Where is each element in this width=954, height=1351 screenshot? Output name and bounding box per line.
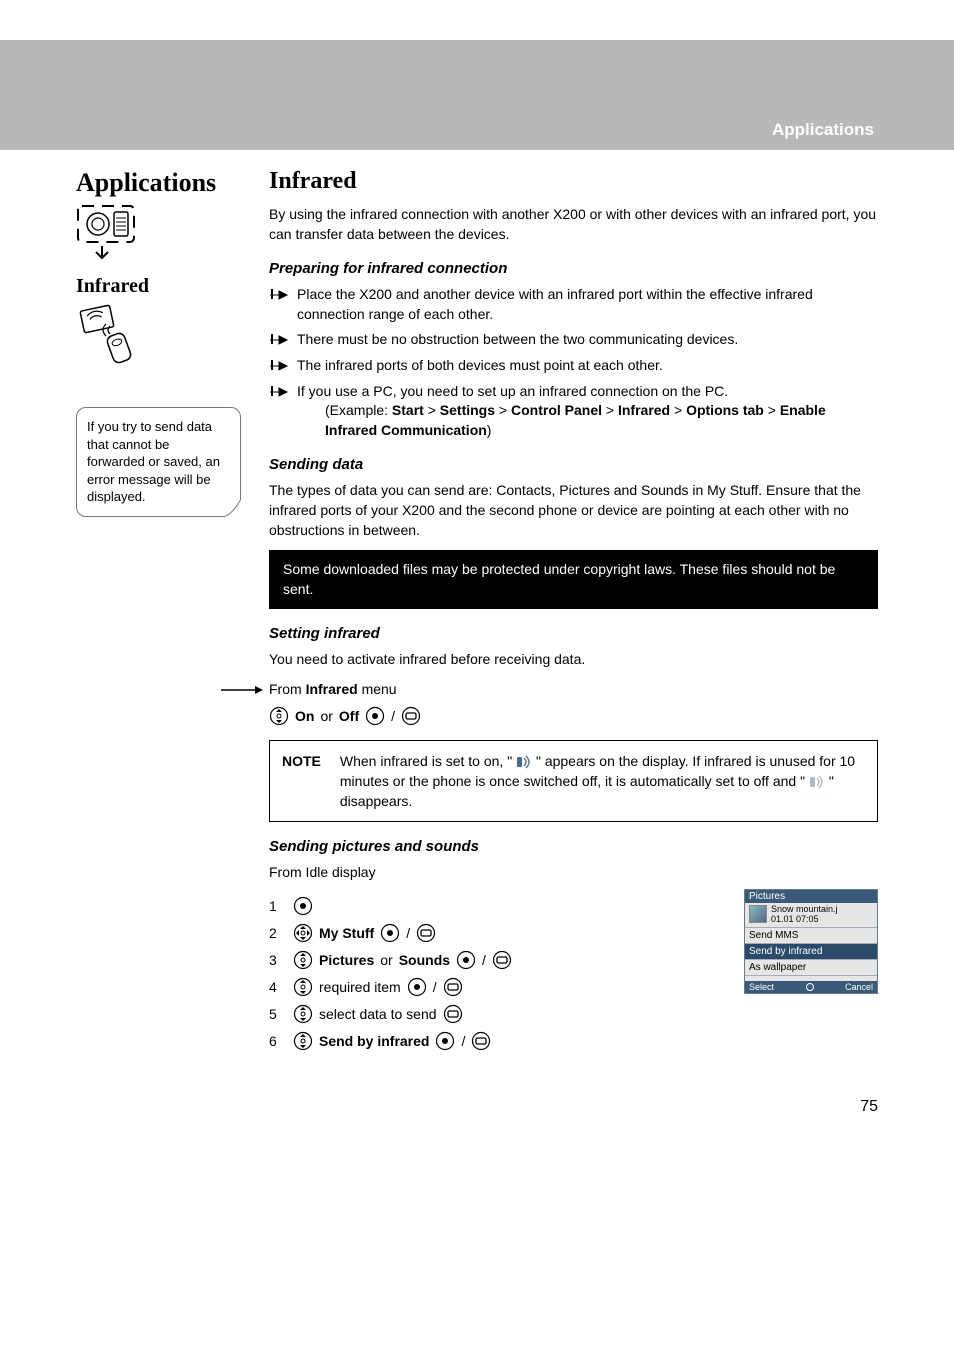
sending-data-heading: Sending data xyxy=(269,456,878,473)
setting-heading: Setting infrared xyxy=(269,625,878,642)
thumbnail-icon xyxy=(749,905,767,923)
step-3: Pictures or Sounds / xyxy=(269,950,712,970)
warning-box: Some downloaded files may be protected u… xyxy=(269,550,878,609)
nav-updown-icon xyxy=(293,950,313,970)
step-5: select data to send xyxy=(269,1004,712,1024)
softkey-icon xyxy=(471,1031,491,1051)
example-path: (Example: Start > Settings > Control Pan… xyxy=(325,401,878,440)
sidebar-title: Applications xyxy=(76,168,241,198)
infrared-indicator-icon xyxy=(516,755,532,769)
softkey-icon xyxy=(401,706,421,726)
softkey-icon xyxy=(443,1004,463,1024)
list-item: There must be no obstruction between the… xyxy=(269,330,878,350)
main-content: Infrared By using the infrared connectio… xyxy=(269,168,878,1058)
center-key-icon xyxy=(293,896,313,916)
nav-updown-icon xyxy=(293,977,313,997)
tip-text: If you try to send data that cannot be f… xyxy=(87,419,220,504)
menu-item[interactable]: As wallpaper xyxy=(745,959,877,975)
menu-item[interactable]: Send MMS xyxy=(745,927,877,943)
step-4: required item / xyxy=(269,977,712,997)
header-bar: Applications xyxy=(0,40,954,150)
list-item: If you use a PC, you need to set up an i… xyxy=(269,382,878,441)
center-key-icon xyxy=(407,977,427,997)
phone-screenshot: Pictures Snow mountain.j 01.01 07:05 Sen… xyxy=(744,889,878,994)
arrow-right-icon xyxy=(221,684,265,696)
from-menu-line: From Infrared menu xyxy=(269,680,878,700)
center-key-icon xyxy=(365,706,385,726)
sidebar-subtitle: Infrared xyxy=(76,275,241,298)
sending-data-text: The types of data you can send are: Cont… xyxy=(269,481,878,540)
tip-callout: If you try to send data that cannot be f… xyxy=(76,407,241,517)
sending-pics-heading: Sending pictures and sounds xyxy=(269,838,878,855)
note-label: NOTE xyxy=(282,751,336,771)
list-item: Place the X200 and another device with a… xyxy=(269,285,878,324)
note-body: When infrared is set to on, " " appears … xyxy=(340,751,863,812)
preparing-list: Place the X200 and another device with a… xyxy=(269,285,878,440)
softkey-icon xyxy=(492,950,512,970)
nav-updown-icon xyxy=(293,1004,313,1024)
screen-title: Pictures xyxy=(745,890,877,903)
nav-updown-icon xyxy=(293,1031,313,1051)
page-number: 75 xyxy=(0,1098,954,1146)
setting-text: You need to activate infrared before rec… xyxy=(269,650,878,670)
softkey-icon xyxy=(443,977,463,997)
infrared-indicator-off-icon xyxy=(809,775,825,789)
section-heading: Infrared xyxy=(269,168,878,195)
softkey-bar: Select Cancel xyxy=(745,981,877,993)
note-box: NOTE When infrared is set to on, " " app… xyxy=(269,740,878,823)
list-item: The infrared ports of both devices must … xyxy=(269,356,878,376)
softkey-icon xyxy=(416,923,436,943)
center-indicator-icon xyxy=(806,983,814,991)
step-1 xyxy=(269,896,712,916)
header-section-label: Applications xyxy=(772,120,874,140)
intro-text: By using the infrared connection with an… xyxy=(269,205,878,244)
nav-updown-icon xyxy=(269,706,289,726)
preparing-heading: Preparing for infrared connection xyxy=(269,260,878,277)
sidebar: Applications Infrared xyxy=(76,168,241,1058)
center-key-icon xyxy=(456,950,476,970)
softkey-right[interactable]: Cancel xyxy=(845,982,873,992)
nav-4way-icon xyxy=(293,923,313,943)
from-idle-text: From Idle display xyxy=(269,863,878,883)
softkey-left[interactable]: Select xyxy=(749,982,774,992)
top-whitespace xyxy=(0,0,954,40)
infrared-icon xyxy=(76,304,241,367)
steps-list: My Stuff / Pictures or Sounds / xyxy=(269,896,712,1051)
center-key-icon xyxy=(435,1031,455,1051)
step-2: My Stuff / xyxy=(269,923,712,943)
step-6: Send by infrared / xyxy=(269,1031,712,1051)
screen-thumb-row: Snow mountain.j 01.01 07:05 xyxy=(745,903,877,927)
applications-icon xyxy=(76,204,241,267)
toggle-instruction: On or Off / xyxy=(269,706,878,726)
menu-item-selected[interactable]: Send by infrared xyxy=(745,943,877,959)
center-key-icon xyxy=(380,923,400,943)
